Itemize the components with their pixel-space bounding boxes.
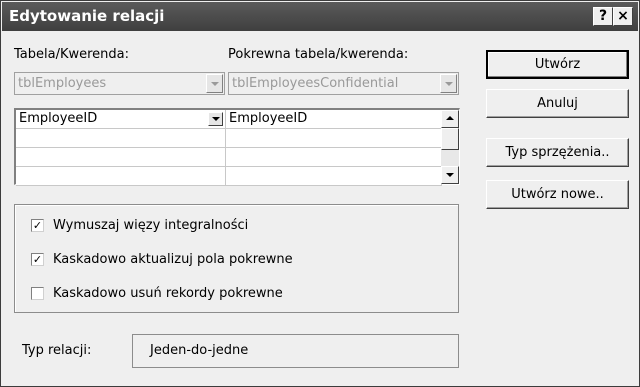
table-query-select[interactable]: tblEmployees: [14, 72, 225, 95]
field-mapping-grid: EmployeeID EmployeeID: [14, 108, 460, 186]
grid-cell-right[interactable]: [226, 167, 442, 186]
enforce-integrity-checkbox[interactable]: ✓: [31, 219, 44, 232]
join-type-button-label: Typ sprzężenia..: [505, 145, 610, 160]
grid-cell-right[interactable]: EmployeeID: [226, 110, 442, 129]
create-button-label: Utwórz: [534, 57, 581, 72]
table-dropdown-button[interactable]: [206, 74, 223, 93]
table-query-value: tblEmployees: [18, 76, 107, 91]
enforce-integrity-label: Wymuszaj więzy integralności: [53, 218, 249, 233]
grid-cell-right[interactable]: [226, 148, 442, 167]
create-new-button[interactable]: Utwórz nowe..: [486, 180, 629, 209]
grid-cell-right[interactable]: [226, 129, 442, 148]
cascade-delete-label: Kaskadowo usuń rekordy pokrewne: [53, 286, 283, 301]
create-new-button-label: Utwórz nowe..: [511, 187, 604, 202]
right-field-value: EmployeeID: [229, 111, 308, 126]
arrow-down-icon: [446, 173, 454, 177]
grid-cell-left[interactable]: EmployeeID: [16, 110, 226, 129]
grid-scrollbar[interactable]: [441, 110, 459, 184]
grid-cell-left[interactable]: [16, 129, 226, 148]
chevron-down-icon: [211, 82, 219, 86]
cascade-update-label: Kaskadowo aktualizuj pola pokrewne: [53, 252, 293, 267]
cancel-button-label: Anuluj: [537, 96, 578, 111]
cancel-button[interactable]: Anuluj: [486, 89, 629, 118]
grid-cell-left[interactable]: [16, 148, 226, 167]
integrity-options-group: ✓ Wymuszaj więzy integralności ✓ Kaskado…: [14, 204, 459, 313]
related-table-label: Pokrewna tabela/kwerenda:: [228, 47, 409, 62]
arrow-up-icon: [446, 116, 454, 120]
relation-type-box: Jeden-do-jedne: [132, 334, 459, 368]
related-table-value: tblEmployeesConfidential: [232, 76, 399, 91]
help-button[interactable]: ?: [593, 7, 613, 26]
cascade-update-checkbox[interactable]: ✓: [31, 253, 44, 266]
window-title: Edytowanie relacji: [9, 7, 165, 25]
related-table-select[interactable]: tblEmployeesConfidential: [228, 72, 459, 95]
scroll-up-button[interactable]: [441, 110, 459, 128]
chevron-down-icon: [445, 82, 453, 86]
scroll-thumb[interactable]: [441, 128, 459, 150]
cascade-delete-checkbox[interactable]: [31, 287, 44, 300]
title-bar: Edytowanie relacji ? ×: [2, 2, 638, 31]
scroll-down-button[interactable]: [441, 166, 459, 184]
edit-relationships-dialog: Edytowanie relacji ? × Tabela/Kwerenda: …: [0, 0, 640, 387]
chevron-down-icon: [212, 117, 220, 121]
grid-cell-left[interactable]: [16, 167, 226, 186]
join-type-button[interactable]: Typ sprzężenia..: [486, 138, 629, 167]
close-icon: ×: [617, 8, 629, 24]
left-field-value: EmployeeID: [19, 111, 98, 126]
field-dropdown-button[interactable]: [208, 112, 223, 126]
related-dropdown-button[interactable]: [440, 74, 457, 93]
table-query-label: Tabela/Kwerenda:: [14, 47, 130, 62]
close-button[interactable]: ×: [613, 7, 633, 26]
create-button[interactable]: Utwórz: [486, 50, 629, 79]
help-icon: ?: [598, 8, 608, 24]
relation-type-value: Jeden-do-jedne: [150, 343, 249, 358]
relation-type-label: Typ relacji:: [22, 343, 92, 358]
